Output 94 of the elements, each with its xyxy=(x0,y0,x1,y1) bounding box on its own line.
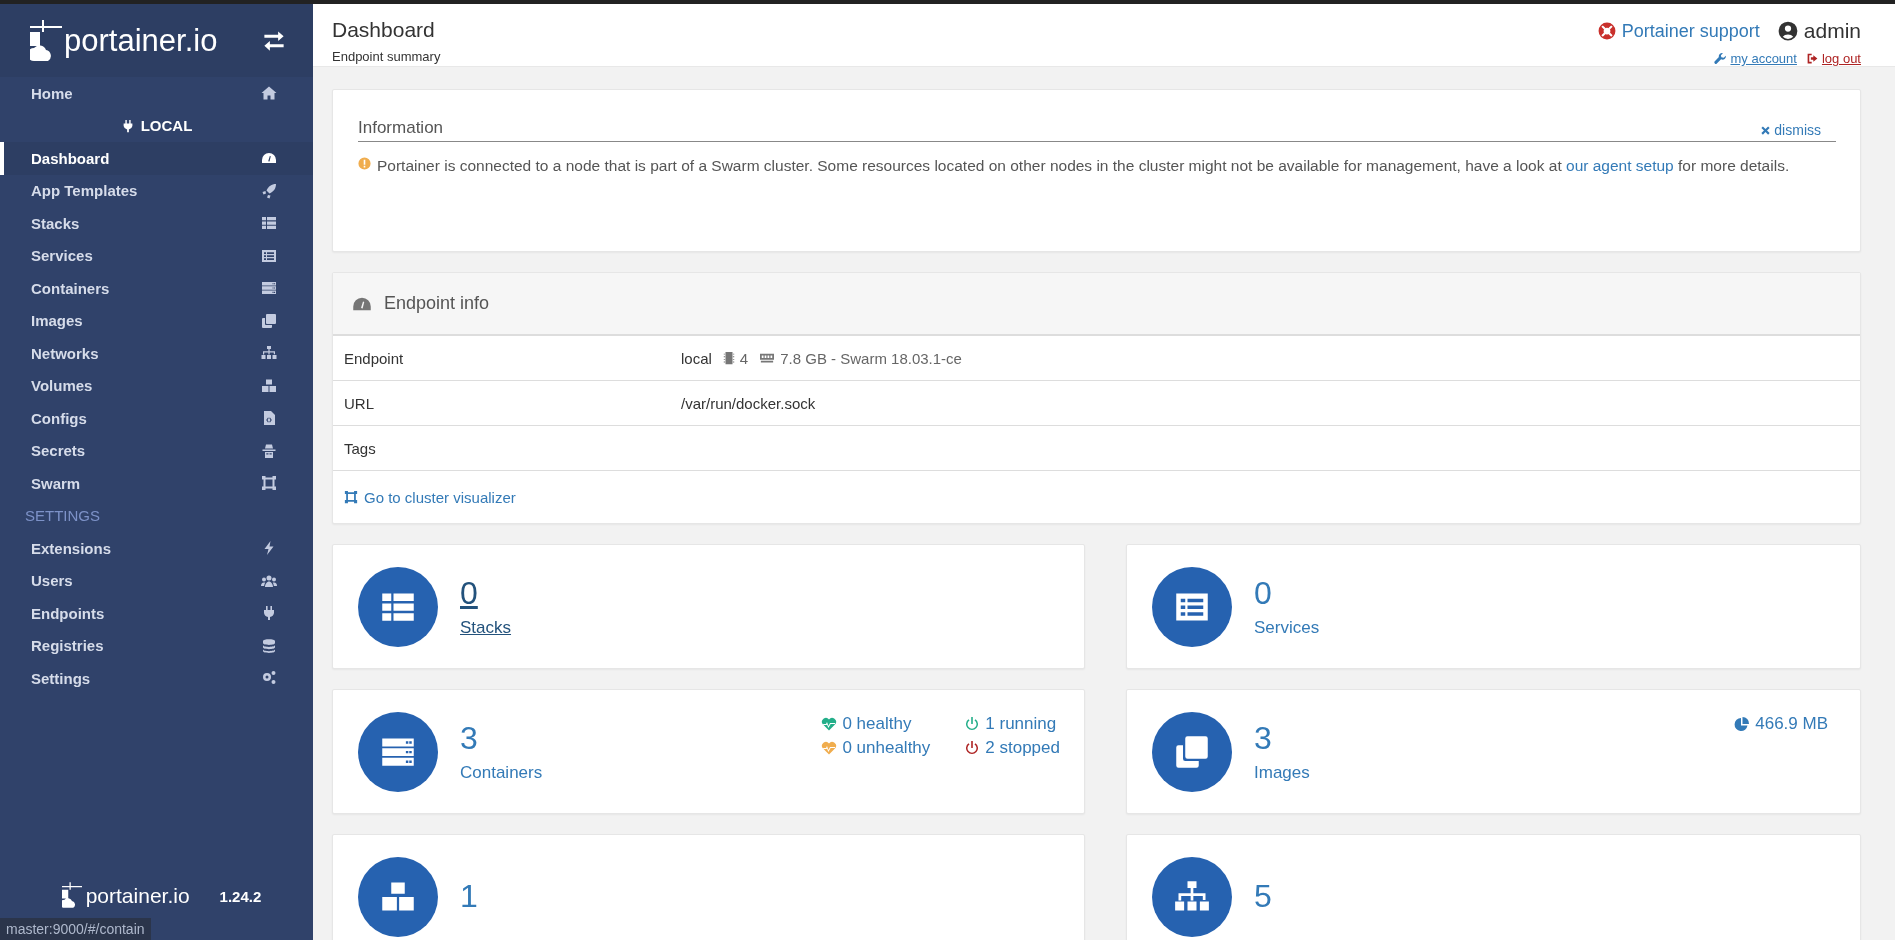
stat-card[interactable]: 5 xyxy=(1126,834,1861,940)
frame-icon xyxy=(261,475,277,492)
stat-count: 0 xyxy=(1254,575,1273,612)
brand-name: portainer.io xyxy=(64,22,219,59)
disk-size: 466.9 MB xyxy=(1755,714,1828,734)
crane-logo-icon xyxy=(30,20,62,61)
cluster-visualizer-link[interactable]: Go to cluster visualizer xyxy=(364,488,516,506)
endpoint-name: local xyxy=(681,349,712,367)
panel-title: Information xyxy=(358,118,444,138)
page-subtitle: Endpoint summary xyxy=(332,49,441,64)
hierarchy-icon xyxy=(261,345,277,362)
user-name: admin xyxy=(1803,19,1861,43)
sidebar-item[interactable]: Home xyxy=(0,77,313,110)
sidebar-item[interactable]: Dashboard xyxy=(0,142,313,175)
plug-icon xyxy=(261,605,277,622)
stat-count: 3 xyxy=(460,720,479,757)
stat-count: 1 xyxy=(460,878,479,915)
masked-user-icon xyxy=(261,442,277,459)
sidebar-item[interactable]: App Templates xyxy=(0,174,313,207)
stat-card[interactable]: 3 Images 466.9 MB xyxy=(1126,689,1861,814)
sidebar-item[interactable]: Extensions xyxy=(0,532,313,565)
microchip-icon xyxy=(721,351,736,365)
swap-arrows-icon[interactable] xyxy=(263,29,285,52)
status-count: 1 running xyxy=(985,714,1057,734)
memory-module-icon xyxy=(758,351,777,365)
sidebar-item[interactable]: Users xyxy=(0,564,313,597)
heartbeat-icon xyxy=(821,740,838,756)
stat-label: Images xyxy=(1254,763,1310,783)
sidebar-item[interactable]: Settings xyxy=(0,662,313,695)
version-label: 1.24.2 xyxy=(219,888,262,905)
information-message: Portainer is connected to a node that is part of a Swarm cluster. Some resources located on other nodes in the cluster might not be available for management, have a look at our agent setup for more details. xyxy=(377,156,1790,176)
code-file-icon xyxy=(261,410,277,427)
stat-card[interactable]: 3 Containers 0 healthy 1 running 0 unhealthy 2 stopped xyxy=(332,689,1085,814)
sidebar-item[interactable]: Secrets xyxy=(0,434,313,467)
sidebar-item[interactable]: Configs xyxy=(0,402,313,435)
sidebar-item[interactable]: Volumes xyxy=(0,369,313,402)
support-link[interactable]: Portainer support xyxy=(1621,20,1760,42)
home-icon xyxy=(261,85,277,102)
rocket-icon xyxy=(261,182,277,199)
gears-icon xyxy=(261,670,277,687)
sidebar-item[interactable]: Images xyxy=(0,304,313,337)
sidebar-item[interactable]: Containers xyxy=(0,272,313,305)
section-heading: SETTINGS xyxy=(24,506,100,527)
database-icon xyxy=(261,637,277,654)
status-count: 0 healthy xyxy=(842,714,912,734)
row-value: /var/run/docker.sock xyxy=(681,394,816,412)
stat-label: Containers xyxy=(460,763,543,783)
sidebar-item[interactable]: Registries xyxy=(0,629,313,662)
stat-count: 5 xyxy=(1254,878,1273,915)
brand-name: portainer.io xyxy=(85,884,190,908)
sidebar-item[interactable]: Endpoints xyxy=(0,597,313,630)
power-icon xyxy=(964,716,981,732)
server-icon xyxy=(261,280,277,297)
page-title: Dashboard xyxy=(332,18,436,42)
power-icon xyxy=(964,740,981,756)
sidebar-item[interactable]: Stacks xyxy=(0,207,313,240)
crane-logo-icon xyxy=(61,882,82,908)
panel-title: Endpoint info xyxy=(384,293,490,314)
stat-card[interactable]: 1 xyxy=(332,834,1085,940)
sidebar-item[interactable]: Services xyxy=(0,239,313,272)
life-ring-icon xyxy=(1597,22,1616,40)
stat-card[interactable]: 0 Services xyxy=(1126,544,1861,669)
cpu-count: 4 xyxy=(739,349,749,367)
user-avatar-icon xyxy=(1777,21,1798,41)
wrench-icon xyxy=(1714,52,1728,65)
sidebar-item[interactable]: Swarm xyxy=(0,467,313,500)
heartbeat-icon xyxy=(821,716,838,732)
list-icon xyxy=(261,247,277,264)
stat-card[interactable]: 0 Stacks xyxy=(332,544,1085,669)
agent-setup-link[interactable]: our agent setup xyxy=(1566,157,1674,174)
sign-out-icon xyxy=(1805,52,1819,65)
log-out-link[interactable]: log out xyxy=(1821,51,1861,66)
pie-chart-icon xyxy=(1734,716,1751,732)
stacked-squares-icon xyxy=(261,312,277,329)
status-count: 0 unhealthy xyxy=(842,738,931,758)
status-count: 2 stopped xyxy=(985,738,1060,758)
stat-label: Stacks xyxy=(460,618,512,638)
browser-status-url: master:9000/#/contain xyxy=(0,918,151,940)
my-account-link[interactable]: my account xyxy=(1730,51,1797,66)
row-label: Endpoint xyxy=(344,349,405,367)
memory-and-version: 7.8 GB - Swarm 18.03.1-ce xyxy=(780,349,962,367)
sidebar-item[interactable]: Networks xyxy=(0,337,313,370)
stat-label: Services xyxy=(1254,618,1320,638)
table-list-icon xyxy=(261,215,277,232)
cubes-icon xyxy=(261,377,277,394)
dismiss-link[interactable]: dismiss xyxy=(1760,122,1821,138)
row-label: URL xyxy=(344,394,375,412)
endpoint-heading: LOCAL xyxy=(140,117,193,135)
warning-icon xyxy=(358,157,371,170)
stat-count: 3 xyxy=(1254,720,1273,757)
close-icon xyxy=(1760,124,1772,136)
frame-icon xyxy=(344,490,358,504)
stat-count: 0 xyxy=(460,575,479,612)
row-label: Tags xyxy=(344,439,377,457)
